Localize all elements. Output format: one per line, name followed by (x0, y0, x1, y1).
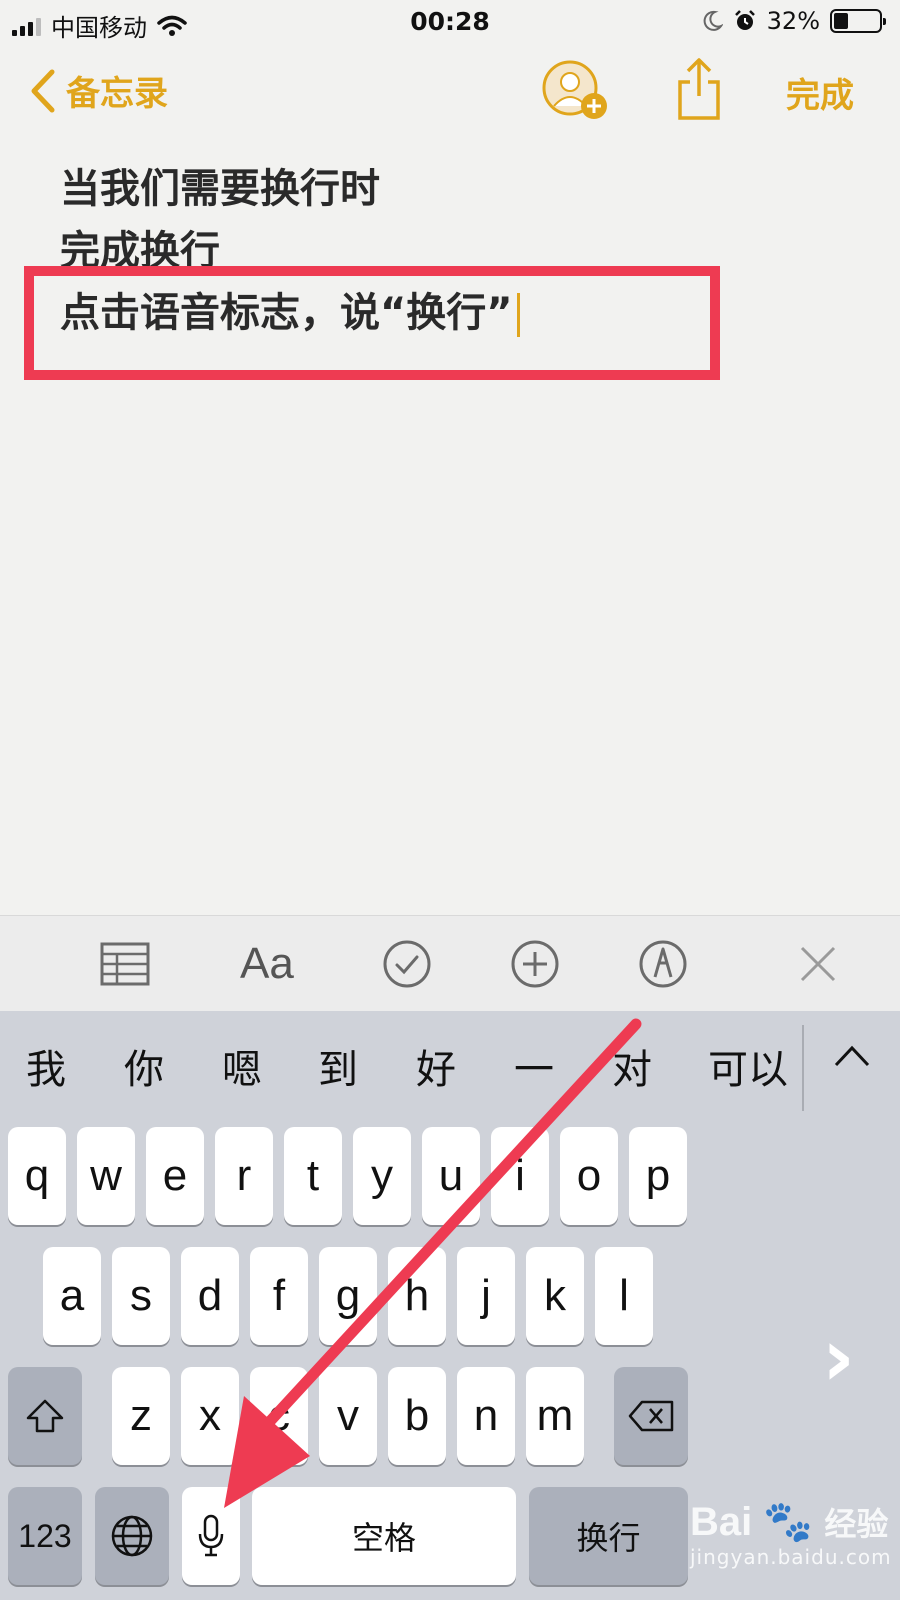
key-q[interactable]: q (8, 1127, 66, 1225)
format-toolbar: Aa (0, 915, 900, 1011)
prediction-item[interactable]: 对 (612, 1037, 652, 1095)
key-e[interactable]: e (146, 1127, 204, 1225)
note-line: 当我们需要换行时 (60, 166, 380, 212)
share-icon[interactable] (676, 56, 722, 122)
prediction-divider (802, 1025, 804, 1111)
key-j[interactable]: j (457, 1247, 515, 1345)
backspace-key[interactable] (614, 1367, 688, 1465)
key-o[interactable]: o (560, 1127, 618, 1225)
markup-icon[interactable] (638, 938, 688, 990)
watermark-brand: Bai (690, 1500, 753, 1544)
key-z[interactable]: z (112, 1367, 170, 1465)
key-m[interactable]: m (526, 1367, 584, 1465)
prediction-item[interactable]: 好 (416, 1037, 456, 1095)
key-i[interactable]: i (491, 1127, 549, 1225)
globe-key[interactable] (95, 1487, 169, 1585)
prediction-item[interactable]: 到 (318, 1037, 358, 1095)
key-c[interactable]: c (250, 1367, 308, 1465)
chevron-up-icon[interactable] (832, 1043, 872, 1069)
key-a[interactable]: a (43, 1247, 101, 1345)
prediction-item[interactable]: 可以 (708, 1037, 788, 1095)
backspace-icon (628, 1400, 674, 1432)
moon-icon (703, 10, 723, 31)
shift-icon (26, 1399, 64, 1433)
key-g[interactable]: g (319, 1247, 377, 1345)
watermark-suffix: 经验 (824, 1506, 889, 1542)
prediction-item[interactable]: 我 (26, 1037, 66, 1095)
text-format-button[interactable]: Aa (240, 938, 294, 990)
next-keyboard-arrow[interactable]: › (822, 1311, 855, 1404)
return-key[interactable]: 换行 (529, 1487, 688, 1585)
close-icon[interactable] (796, 938, 840, 990)
chevron-left-icon (31, 69, 55, 112)
microphone-key[interactable] (182, 1487, 240, 1585)
add-circle-icon[interactable] (510, 938, 560, 990)
key-u[interactable]: u (422, 1127, 480, 1225)
key-l[interactable]: l (595, 1247, 653, 1345)
watermark-url: jingyan.baidu.com (690, 1545, 892, 1569)
table-icon[interactable] (100, 938, 150, 990)
space-key[interactable]: 空格 (252, 1487, 516, 1585)
key-f[interactable]: f (250, 1247, 308, 1345)
key-h[interactable]: h (388, 1247, 446, 1345)
key-n[interactable]: n (457, 1367, 515, 1465)
prediction-item[interactable]: 一 (514, 1037, 554, 1095)
key-t[interactable]: t (284, 1127, 342, 1225)
shift-key[interactable] (8, 1367, 82, 1465)
annotation-highlight-box (24, 266, 720, 380)
back-label: 备忘录 (66, 74, 168, 114)
navigation-bar: 备忘录 完成 (0, 50, 900, 130)
key-b[interactable]: b (388, 1367, 446, 1465)
done-button[interactable]: 完成 (786, 68, 854, 117)
battery-percent: 32% (766, 7, 820, 35)
prediction-item[interactable]: 你 (124, 1037, 164, 1095)
key-y[interactable]: y (353, 1127, 411, 1225)
battery-fill (834, 13, 849, 29)
key-x[interactable]: x (181, 1367, 239, 1465)
battery-icon (830, 9, 886, 33)
key-p[interactable]: p (629, 1127, 687, 1225)
status-bar: 中国移动 00:28 32% (0, 0, 900, 44)
watermark: Bai 🐾 经验 jingyan.baidu.com (690, 1498, 892, 1569)
key-v[interactable]: v (319, 1367, 377, 1465)
paw-icon: 🐾 (763, 1500, 814, 1544)
status-right: 32% (701, 7, 886, 35)
prediction-bar: 我 你 嗯 到 好 一 对 可以 (0, 1011, 900, 1121)
key-k[interactable]: k (526, 1247, 584, 1345)
watermark-logo: Bai 🐾 经验 (690, 1498, 892, 1545)
back-button[interactable]: 备忘录 (30, 66, 168, 115)
add-people-icon[interactable] (540, 58, 610, 122)
globe-icon (111, 1515, 153, 1557)
key-d[interactable]: d (181, 1247, 239, 1345)
checklist-icon[interactable] (382, 938, 432, 990)
numbers-key[interactable]: 123 (8, 1487, 82, 1585)
microphone-icon (198, 1514, 224, 1557)
key-w[interactable]: w (77, 1127, 135, 1225)
key-r[interactable]: r (215, 1127, 273, 1225)
key-s[interactable]: s (112, 1247, 170, 1345)
alarm-icon (734, 10, 755, 30)
prediction-item[interactable]: 嗯 (222, 1037, 262, 1095)
